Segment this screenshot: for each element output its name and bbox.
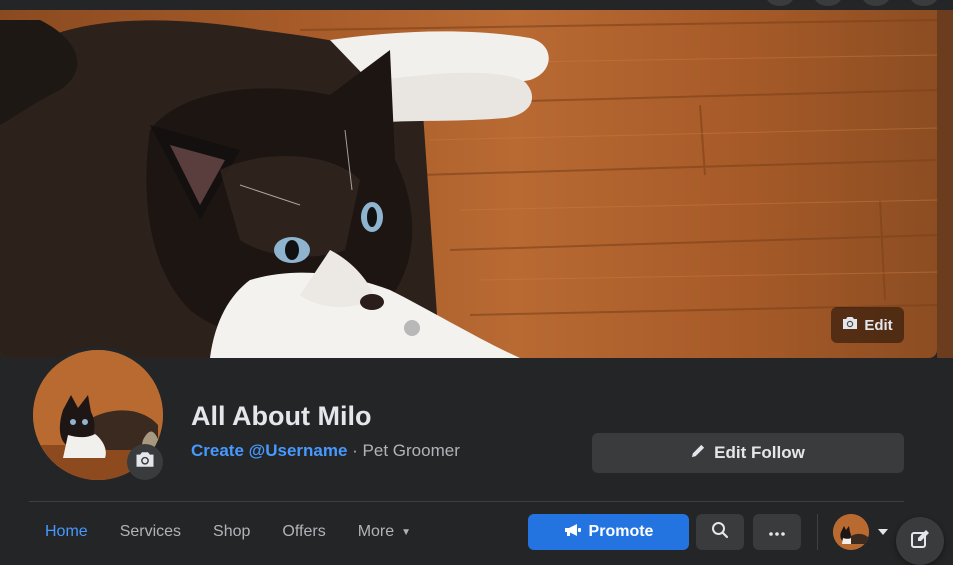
cover-photo[interactable] bbox=[0, 10, 937, 358]
topbar-account-button[interactable] bbox=[910, 0, 938, 6]
promote-button[interactable]: Promote bbox=[528, 514, 689, 550]
account-avatar bbox=[833, 514, 869, 550]
cover-cat-image bbox=[0, 19, 937, 358]
account-switcher[interactable] bbox=[833, 513, 893, 551]
topbar-messenger-button[interactable] bbox=[814, 0, 842, 6]
create-username-link[interactable]: Create @Username bbox=[191, 441, 347, 460]
page-edge bbox=[937, 10, 953, 358]
compose-button[interactable] bbox=[896, 517, 944, 565]
subtitle-separator: · bbox=[347, 441, 363, 460]
page-tabs: Home Services Shop Offers More ▼ bbox=[29, 510, 427, 554]
tab-services[interactable]: Services bbox=[104, 510, 197, 554]
promote-label: Promote bbox=[588, 523, 654, 540]
topbar-notifications-button[interactable] bbox=[862, 0, 890, 6]
tab-shop[interactable]: Shop bbox=[197, 510, 266, 554]
update-avatar-button[interactable] bbox=[127, 444, 163, 480]
camera-icon bbox=[842, 316, 858, 334]
compose-icon bbox=[910, 529, 930, 554]
topbar-menu-button[interactable] bbox=[766, 0, 794, 6]
camera-icon bbox=[135, 451, 155, 473]
search-icon bbox=[711, 521, 729, 544]
tab-home[interactable]: Home bbox=[29, 510, 104, 554]
top-bar bbox=[0, 0, 953, 10]
edit-follow-button[interactable]: Edit Follow bbox=[592, 433, 904, 473]
toolbar-separator bbox=[817, 514, 818, 550]
caret-down-icon: ▼ bbox=[401, 526, 412, 538]
search-button[interactable] bbox=[696, 514, 744, 550]
ellipsis-icon bbox=[769, 523, 785, 541]
more-options-button[interactable] bbox=[753, 514, 801, 550]
edit-cover-button[interactable]: Edit bbox=[831, 307, 904, 343]
tab-more[interactable]: More ▼ bbox=[342, 510, 427, 554]
page-subtitle: Create @Username · Pet Groomer bbox=[191, 441, 460, 461]
caret-down-icon bbox=[877, 523, 889, 541]
page-title: All About Milo bbox=[191, 401, 372, 431]
edit-follow-label: Edit Follow bbox=[714, 443, 805, 462]
page-category[interactable]: Pet Groomer bbox=[363, 441, 460, 460]
megaphone-icon bbox=[564, 523, 582, 542]
section-divider bbox=[29, 501, 904, 502]
edit-cover-label: Edit bbox=[864, 316, 893, 334]
pencil-icon bbox=[691, 443, 706, 463]
tab-offers[interactable]: Offers bbox=[266, 510, 341, 554]
